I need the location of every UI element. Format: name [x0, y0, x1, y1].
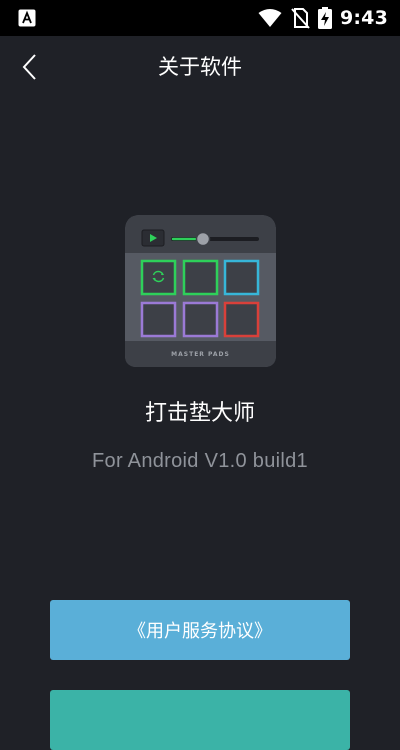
app-header: 关于软件 — [0, 36, 400, 98]
status-icons: 9:43 — [258, 0, 388, 36]
logo-label: MASTER PADS — [171, 351, 230, 358]
page-title: 关于软件 — [158, 55, 242, 79]
secondary-button[interactable] — [50, 690, 350, 750]
status-time: 9:43 — [339, 7, 388, 29]
status-bar: 9:43 — [0, 0, 400, 36]
battery-charging-icon — [317, 7, 332, 29]
chevron-left-icon — [22, 54, 36, 80]
back-button[interactable] — [10, 48, 48, 86]
app-logo: MASTER PADS — [125, 215, 276, 367]
user-agreement-button[interactable]: 《用户服务协议》 — [50, 600, 350, 660]
no-sim-icon — [291, 8, 310, 29]
app-version: For Android V1.0 build1 — [92, 450, 308, 472]
wifi-icon — [258, 9, 282, 27]
font-a-icon — [18, 9, 36, 27]
app-name: 打击垫大师 — [144, 401, 255, 426]
